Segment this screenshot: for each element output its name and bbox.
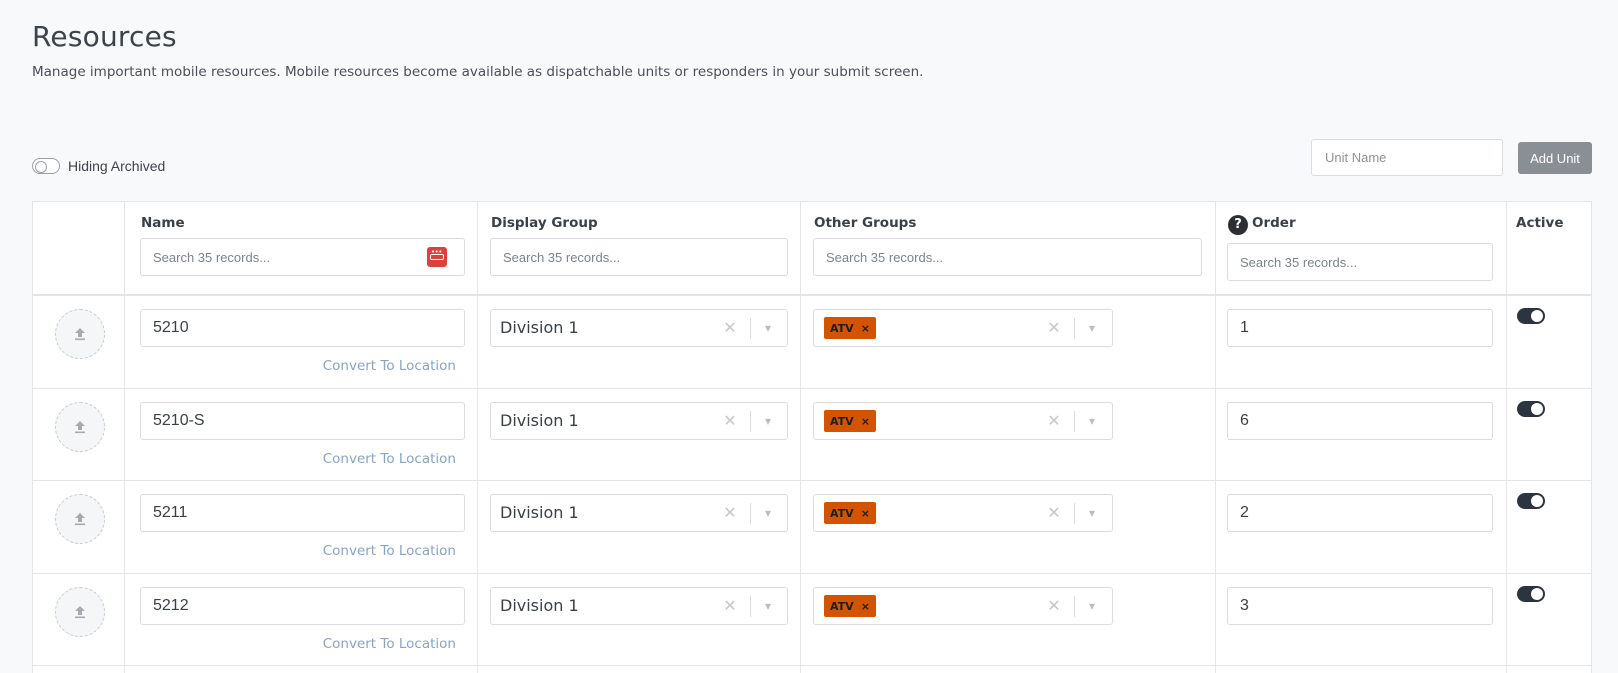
other-groups-select[interactable]: ATV × ✕ ▾ [813,587,1113,625]
display-group-search-input[interactable] [490,238,788,276]
display-group-select[interactable]: Division 1 ✕ ▾ [490,494,788,532]
column-header-order: Order [1252,215,1296,231]
unit-name-input[interactable] [1311,139,1503,176]
select-separator [1074,596,1075,617]
chevron-down-icon[interactable]: ▾ [759,504,777,522]
chevron-down-icon[interactable]: ▾ [759,597,777,615]
chevron-down-icon[interactable]: ▾ [1083,504,1101,522]
chevron-down-icon[interactable]: ▾ [759,319,777,337]
other-groups-search-input[interactable] [813,238,1202,276]
chevron-down-icon[interactable]: ▾ [759,412,777,430]
group-tag: ATV × [824,595,876,617]
display-group-value: Division 1 [500,411,579,430]
name-input[interactable] [140,309,465,347]
chevron-down-icon[interactable]: ▾ [1083,319,1101,337]
help-circle-icon[interactable]: ? [1228,215,1248,235]
close-icon[interactable]: × [861,322,870,335]
table-row: Convert To Location Division 1 ✕ ▾ ATV ×… [33,389,1591,481]
group-tag-label: ATV [830,599,854,613]
name-input[interactable] [140,587,465,625]
column-header-other-groups: Other Groups [814,215,917,231]
chevron-down-icon[interactable]: ▾ [1083,412,1101,430]
clear-icon[interactable]: ✕ [1045,412,1063,430]
group-tag-label: ATV [830,506,854,520]
select-separator [750,411,751,432]
clear-icon[interactable]: ✕ [1045,597,1063,615]
convert-to-location-link[interactable]: Convert To Location [323,358,456,374]
upload-icon [75,421,85,434]
close-icon[interactable]: × [861,600,870,613]
select-separator [1074,411,1075,432]
group-tag: ATV × [824,410,876,432]
group-tag: ATV × [824,502,876,524]
convert-to-location-link[interactable]: Convert To Location [323,543,456,559]
display-group-value: Division 1 [500,318,579,337]
close-icon[interactable]: × [861,415,870,428]
column-header-active: Active [1516,215,1564,231]
password-manager-icon[interactable] [427,247,447,267]
table-row: Convert To Location Division 1 ✕ ▾ ATV ×… [33,296,1591,388]
page-description: Manage important mobile resources. Mobil… [32,64,924,80]
group-tag: ATV × [824,317,876,339]
chevron-down-icon[interactable]: ▾ [1083,597,1101,615]
clear-icon[interactable]: ✕ [1045,504,1063,522]
select-separator [750,318,751,339]
display-group-select[interactable]: Division 1 ✕ ▾ [490,402,788,440]
select-separator [750,503,751,524]
clear-icon[interactable]: ✕ [1045,319,1063,337]
active-toggle[interactable] [1517,493,1545,509]
select-separator [750,596,751,617]
upload-button[interactable] [55,587,105,637]
select-separator [1074,503,1075,524]
add-unit-button[interactable]: Add Unit [1518,142,1592,174]
archived-toggle[interactable]: Hiding Archived [32,158,165,174]
upload-icon [75,606,85,619]
select-separator [1074,318,1075,339]
archived-toggle-label: Hiding Archived [68,158,166,174]
display-group-select[interactable]: Division 1 ✕ ▾ [490,309,788,347]
upload-button[interactable] [55,402,105,452]
resources-table: Name Display Group Other Groups ? Order … [32,201,1592,673]
other-groups-select[interactable]: ATV × ✕ ▾ [813,402,1113,440]
name-input[interactable] [140,494,465,532]
group-tag-label: ATV [830,414,854,428]
page-title: Resources [32,20,177,53]
order-input[interactable] [1227,494,1493,532]
archived-switch[interactable] [32,158,60,174]
close-icon[interactable]: × [861,507,870,520]
clear-icon[interactable]: ✕ [721,504,739,522]
upload-icon [75,513,85,526]
table-row: Convert To Location Division 1 ✕ ▾ ATV ×… [33,574,1591,666]
active-toggle[interactable] [1517,401,1545,417]
order-input[interactable] [1227,587,1493,625]
name-input[interactable] [140,402,465,440]
clear-icon[interactable]: ✕ [721,319,739,337]
active-toggle[interactable] [1517,308,1545,324]
upload-button[interactable] [55,494,105,544]
name-search-input[interactable] [140,238,465,276]
order-search-input[interactable] [1227,243,1493,281]
other-groups-select[interactable]: ATV × ✕ ▾ [813,494,1113,532]
order-input[interactable] [1227,309,1493,347]
clear-icon[interactable]: ✕ [721,597,739,615]
upload-icon [75,328,85,341]
column-header-display-group: Display Group [491,215,598,231]
clear-icon[interactable]: ✕ [721,412,739,430]
display-group-value: Division 1 [500,503,579,522]
order-input[interactable] [1227,402,1493,440]
convert-to-location-link[interactable]: Convert To Location [323,636,456,652]
display-group-value: Division 1 [500,596,579,615]
group-tag-label: ATV [830,321,854,335]
upload-button[interactable] [55,309,105,359]
active-toggle[interactable] [1517,586,1545,602]
convert-to-location-link[interactable]: Convert To Location [323,451,456,467]
display-group-select[interactable]: Division 1 ✕ ▾ [490,587,788,625]
column-header-name: Name [141,215,185,231]
other-groups-select[interactable]: ATV × ✕ ▾ [813,309,1113,347]
table-row: Convert To Location Division 1 ✕ ▾ ATV ×… [33,481,1591,573]
